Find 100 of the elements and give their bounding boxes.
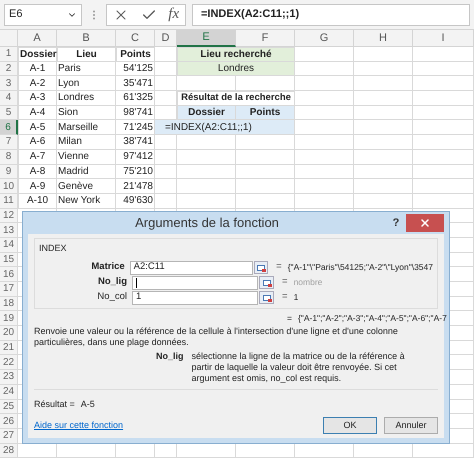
row-header[interactable]: 20 [0,326,18,341]
column-header[interactable]: G [295,30,354,47]
select-all-corner[interactable] [0,30,18,47]
row-header[interactable]: 23 [0,370,18,385]
grid-cell[interactable] [155,164,177,180]
row-header[interactable]: 17 [0,282,18,297]
grid-cell[interactable] [295,91,354,106]
grid-cell[interactable] [354,62,413,76]
row-header[interactable]: 14 [0,238,18,253]
row-header[interactable]: 24 [0,384,18,400]
row-header[interactable]: 11 [0,194,18,209]
grid-cell[interactable] [155,194,177,209]
row-header[interactable]: 27 [0,428,18,444]
grid-cell[interactable] [177,164,236,180]
row-header[interactable]: 2 [0,62,18,76]
grid-cell[interactable] [413,135,474,150]
row-header[interactable]: 3 [0,76,18,92]
grid-cell[interactable] [413,179,474,194]
row-header[interactable]: 4 [0,91,18,106]
grid-cell[interactable] [295,120,354,136]
grid-cell[interactable] [354,164,413,180]
row-header[interactable]: 6 [0,120,18,136]
argument-input[interactable] [132,276,258,290]
row-header[interactable]: 8 [0,150,18,164]
argument-input[interactable]: A2:C11 [130,260,252,274]
row-header[interactable]: 7 [0,135,18,150]
grid-cell[interactable] [354,91,413,106]
grid-cell[interactable] [295,150,354,164]
grid-cell[interactable] [236,76,295,92]
grid-cell[interactable] [354,135,413,150]
row-header[interactable]: 16 [0,267,18,282]
grid-cell[interactable] [155,179,177,194]
grid-cell[interactable] [177,179,236,194]
grid-cell[interactable] [354,47,413,62]
grid-cell[interactable] [177,194,236,209]
column-header[interactable]: F [236,30,295,47]
grid-cell[interactable] [155,91,177,106]
grid-cell[interactable] [354,194,413,209]
dialog-button[interactable]: Annuler [384,416,438,434]
grid-cell[interactable] [295,179,354,194]
grid-cell[interactable] [354,150,413,164]
help-button[interactable]: ? [386,213,406,233]
grid-cell[interactable] [413,150,474,164]
grid-cell[interactable] [295,76,354,92]
grid-cell[interactable] [295,47,354,62]
grid-cell[interactable] [413,164,474,180]
column-header[interactable]: E [177,30,236,47]
grid-cell[interactable] [155,150,177,164]
grid-cell[interactable] [413,62,474,76]
row-header[interactable]: 18 [0,296,18,312]
range-select-icon[interactable] [259,276,274,289]
row-header[interactable]: 25 [0,400,18,414]
column-header[interactable]: C [116,30,155,47]
grid-cell[interactable] [413,47,474,62]
column-header[interactable]: I [413,30,474,47]
grid-cell[interactable] [295,62,354,76]
grid-cell[interactable] [236,135,295,150]
grid-cell[interactable] [155,76,177,92]
grid-cell[interactable] [177,135,236,150]
row-header[interactable]: 22 [0,355,18,370]
grid-cell[interactable] [413,194,474,209]
row-header[interactable]: 10 [0,179,18,194]
grid-cell[interactable] [354,179,413,194]
grid-cell[interactable] [413,91,474,106]
grid-cell[interactable] [413,120,474,136]
row-header[interactable]: 26 [0,414,18,429]
grid-cell[interactable] [155,135,177,150]
range-select-icon[interactable] [254,261,268,274]
grid-cell[interactable] [295,106,354,120]
grid-cell[interactable] [354,120,413,136]
grid-cell[interactable] [295,164,354,180]
range-select-icon[interactable] [259,291,274,304]
column-header[interactable]: H [354,30,413,47]
grid-cell[interactable] [295,135,354,150]
insert-function-button[interactable]: fx [168,3,180,26]
row-header[interactable]: 19 [0,311,18,326]
grid-cell[interactable] [413,106,474,120]
row-header[interactable]: 9 [0,164,18,180]
row-header[interactable]: 21 [0,340,18,356]
dialog-button[interactable]: OK [323,416,377,434]
row-header[interactable]: 13 [0,223,18,238]
grid-cell[interactable] [236,150,295,164]
grid-cell[interactable] [177,76,236,92]
row-header[interactable]: 12 [0,208,18,224]
row-header[interactable]: 1 [0,47,18,62]
name-box[interactable]: E6 [4,4,82,26]
grid-cell[interactable] [236,179,295,194]
column-header[interactable]: D [155,30,177,47]
column-header[interactable]: B [57,30,116,47]
close-button[interactable] [406,214,444,232]
grid-cell[interactable] [354,76,413,92]
grid-cell[interactable] [236,164,295,180]
formula-field[interactable]: =INDEX(A2:C11;;1) [192,4,470,26]
column-header[interactable]: A [18,30,57,47]
grid-cell[interactable] [354,106,413,120]
grid-cell[interactable] [295,194,354,209]
row-header[interactable]: 28 [0,444,18,458]
help-link[interactable]: Aide sur cette fonction [34,418,316,432]
row-header[interactable]: 15 [0,252,18,268]
grid-cell[interactable] [236,194,295,209]
